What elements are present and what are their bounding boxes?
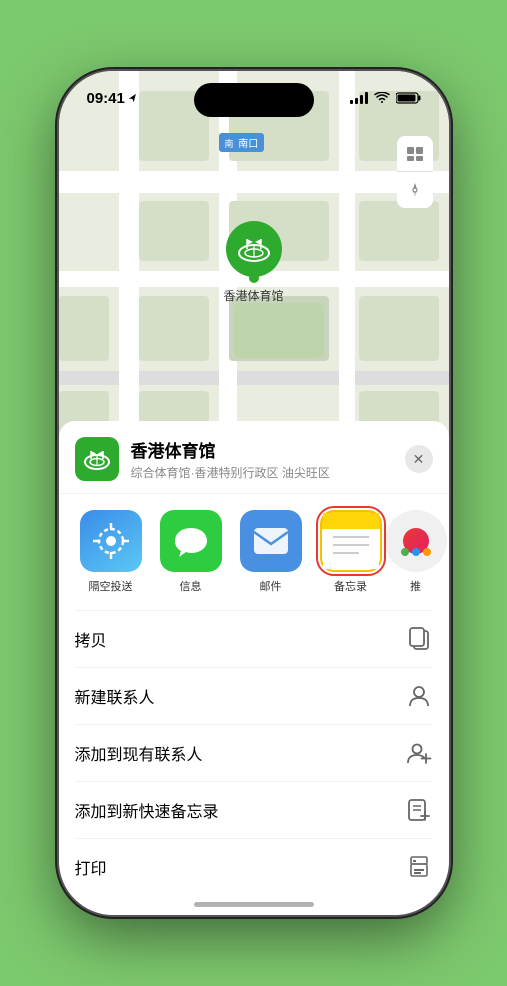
share-airdrop[interactable]: 隔空投送: [71, 510, 151, 594]
action-list: 拷贝 新建联系人: [59, 610, 449, 895]
compass-icon: [406, 181, 424, 199]
stadium-pin: 香港体育馆: [223, 221, 283, 304]
airdrop-symbol: [93, 523, 129, 559]
share-mail[interactable]: 邮件: [231, 510, 311, 594]
phone-frame: 09:41: [59, 71, 449, 915]
action-add-existing[interactable]: 添加到现有联系人: [75, 724, 433, 781]
airdrop-icon: [80, 510, 142, 572]
map-label: 南 南口 南口: [219, 133, 265, 152]
airdrop-label: 隔空投送: [89, 578, 133, 594]
stadium-icon: [236, 235, 270, 263]
phone-screen: 09:41: [59, 71, 449, 915]
share-notes[interactable]: 备忘录: [311, 510, 391, 594]
venue-subtitle: 综合体育馆·香港特别行政区 油尖旺区: [131, 464, 405, 481]
person-plus-symbol: [406, 741, 432, 765]
share-message[interactable]: 信息: [151, 510, 231, 594]
copy-icon: [405, 625, 433, 653]
message-symbol: [173, 524, 209, 558]
venue-icon: [75, 437, 119, 481]
quick-note-symbol: [407, 798, 431, 822]
status-icons: [350, 92, 421, 104]
action-copy[interactable]: 拷贝: [75, 610, 433, 667]
new-contact-icon: [405, 682, 433, 710]
pin-label: 香港体育馆: [223, 287, 283, 304]
venue-header: 香港体育馆 综合体育馆·香港特别行政区 油尖旺区 ✕: [59, 421, 449, 494]
action-new-contact-label: 新建联系人: [75, 684, 155, 708]
dynamic-island: [194, 83, 314, 117]
venue-stadium-icon: [83, 447, 111, 471]
copy-symbol: [408, 627, 430, 651]
bottom-sheet: 香港体育馆 综合体育馆·香港特别行政区 油尖旺区 ✕: [59, 421, 449, 915]
mail-label: 邮件: [260, 578, 282, 594]
more-icon: [385, 510, 447, 572]
home-indicator: [194, 902, 314, 907]
print-symbol: [407, 856, 431, 878]
map-layers-icon: [405, 145, 425, 163]
wifi-icon: [374, 92, 390, 104]
close-button[interactable]: ✕: [405, 445, 433, 473]
action-add-notes-label: 添加到新快速备忘录: [75, 798, 219, 822]
action-print[interactable]: 打印: [75, 838, 433, 895]
quick-note-icon: [405, 796, 433, 824]
signal-icon: [350, 92, 368, 104]
action-print-label: 打印: [75, 855, 107, 879]
mail-symbol: [252, 526, 290, 556]
notes-symbol: [323, 513, 379, 569]
venue-info: 香港体育馆 综合体育馆·香港特别行政区 油尖旺区: [131, 437, 405, 481]
status-time: 09:41: [87, 90, 138, 107]
message-icon: [160, 510, 222, 572]
mail-icon: [240, 510, 302, 572]
time-label: 09:41: [87, 90, 125, 107]
venue-name: 香港体育馆: [131, 437, 405, 462]
notes-label: 备忘录: [334, 578, 367, 594]
notes-icon: [320, 510, 382, 572]
map-view-button[interactable]: [397, 136, 433, 172]
more-label: 推: [410, 578, 421, 594]
share-apps-row: 隔空投送 信息: [59, 494, 449, 610]
action-add-existing-label: 添加到现有联系人: [75, 741, 203, 765]
share-more[interactable]: 推: [391, 510, 441, 594]
map-controls[interactable]: [397, 136, 433, 208]
action-copy-label: 拷贝: [75, 627, 107, 651]
message-label: 信息: [180, 578, 202, 594]
action-add-notes[interactable]: 添加到新快速备忘录: [75, 781, 433, 838]
location-icon: [128, 93, 138, 103]
action-new-contact[interactable]: 新建联系人: [75, 667, 433, 724]
pin-marker: [225, 221, 281, 277]
battery-icon: [396, 92, 421, 104]
print-icon: [405, 853, 433, 881]
person-symbol: [407, 684, 431, 708]
add-contact-icon: [405, 739, 433, 767]
location-button[interactable]: [397, 172, 433, 208]
